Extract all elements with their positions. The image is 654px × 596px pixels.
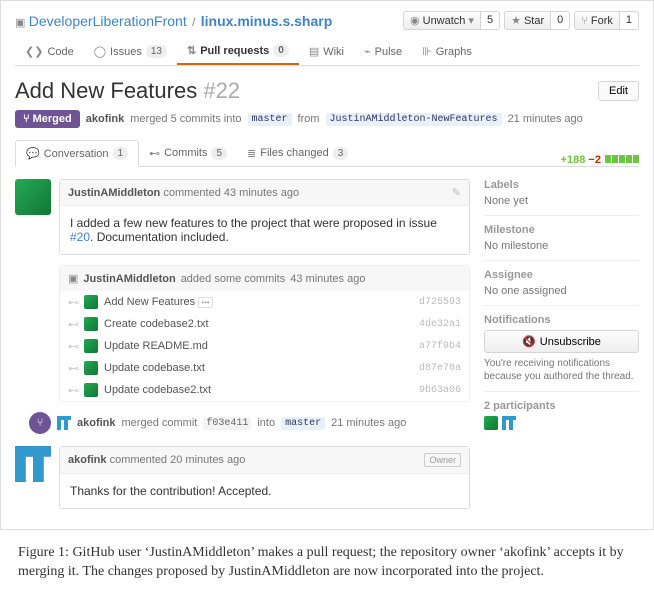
fork-button[interactable]: ⑂Fork [574,11,620,30]
unsubscribe-button[interactable]: 🔇Unsubscribe [484,330,639,353]
avatar[interactable] [84,361,98,375]
watch-count[interactable]: 5 [481,11,500,30]
participants-heading: 2 participants [484,400,639,412]
avatar[interactable] [84,339,98,353]
commit-message-link[interactable]: Update codebase2.txt [104,384,413,396]
commit-sha-link[interactable]: d87e70a [419,363,461,374]
tab-wiki[interactable]: ▤Wiki [299,38,354,65]
owner-badge: Owner [424,453,461,467]
timeline-dot-icon: ⊷ [68,362,78,375]
caret-down-icon: ▾ [468,14,474,27]
timeline-dot-icon: ⊷ [68,340,78,353]
commit-icon: ⊷ [149,147,160,160]
tab-pulse[interactable]: ⌁Pulse [354,38,412,65]
owner-link[interactable]: DeveloperLiberationFront [29,13,187,29]
star-icon: ★ [511,14,521,27]
pulse-icon: ⌁ [364,45,371,58]
mute-icon: 🔇 [522,335,536,348]
merge-event-icon: ⑂ [29,412,51,434]
issue-link[interactable]: #20 [70,230,90,244]
pencil-icon[interactable]: ✎ [452,186,461,199]
assignee-value: No one assigned [484,285,639,297]
labels-value: None yet [484,195,639,207]
timeline-dot-icon: ⊷ [68,384,78,397]
pr-status-line: ⑂Merged akofink merged 5 commits into ma… [15,110,639,128]
tab-code[interactable]: ❮❯Code [15,38,84,65]
breadcrumb: ▣ DeveloperLiberationFront / linux.minus… [15,13,332,29]
fork-count[interactable]: 1 [620,11,639,30]
comment-body: I added a few new features to the projec… [60,206,469,254]
merger-user-link[interactable]: akofink [86,113,125,125]
diffstat: +188 −2 [561,154,639,166]
labels-heading[interactable]: Labels [484,179,639,191]
star-button[interactable]: ★Star [504,11,551,30]
issues-icon: ◯ [94,45,106,58]
commit-row: ⊷ Update README.md a77f9b4 [60,335,469,357]
commit-row: ⊷ Create codebase2.txt 4de32a1 [60,313,469,335]
commit-sha-link[interactable]: a77f9b4 [419,341,461,352]
comment-author-link[interactable]: akofink [68,454,107,466]
subtab-files[interactable]: ≣Files changed3 [237,140,358,166]
repo-link[interactable]: linux.minus.s.sharp [201,13,332,29]
notifications-desc: You're receiving notifications because y… [484,357,639,383]
participant-avatar[interactable] [484,416,498,430]
file-diff-icon: ≣ [247,147,256,160]
commit-row: ⊷ Add New Features ••• d725593 [60,291,469,313]
commit-row: ⊷ Update codebase2.txt 9b63a06 [60,379,469,401]
merge-icon: ⑂ [23,113,30,125]
tab-graphs[interactable]: ⊪Graphs [412,38,482,65]
fork-icon: ⑂ [581,15,588,27]
avatar[interactable] [84,317,98,331]
edit-button[interactable]: Edit [598,81,639,101]
timeline-dot-icon: ⊷ [68,296,78,309]
eye-icon: ◉ [410,14,420,27]
pr-title: Add New Features #22 [15,78,240,104]
head-branch[interactable]: JustinAMiddleton-NewFeatures [326,113,502,126]
commit-sha-link[interactable]: 4de32a1 [419,319,461,330]
graph-icon: ⊪ [422,45,432,58]
commit-sha-link[interactable]: 9b63a06 [419,385,461,396]
commit-message-link[interactable]: Update README.md [104,340,413,352]
avatar[interactable] [15,446,51,482]
merged-badge: ⑂Merged [15,110,80,128]
avatar[interactable] [57,416,71,430]
unwatch-button[interactable]: ◉Unwatch▾ [403,11,481,30]
merge-branch[interactable]: master [281,417,325,430]
tab-issues[interactable]: ◯Issues13 [84,38,177,65]
merge-commit-sha[interactable]: f03e411 [203,417,251,430]
repo-push-icon: ▣ [68,272,78,285]
commit-message-link[interactable]: Create codebase2.txt [104,318,413,330]
avatar[interactable] [84,383,98,397]
book-icon: ▤ [309,45,319,58]
code-icon: ❮❯ [25,45,43,58]
participant-avatar[interactable] [502,416,516,430]
comment-body: Thanks for the contribution! Accepted. [60,474,469,508]
figure-caption: Figure 1: GitHub user ‘JustinAMiddleton’… [0,530,654,596]
avatar[interactable] [15,179,51,215]
commits-author-link[interactable]: JustinAMiddleton [83,273,175,285]
tab-pull-requests[interactable]: ⇅Pull requests0 [177,38,299,65]
repo-icon: ▣ [15,17,25,29]
commit-sha-link[interactable]: d725593 [419,297,461,308]
milestone-value: No milestone [484,240,639,252]
base-branch[interactable]: master [248,113,292,126]
subtab-conversation[interactable]: 💬Conversation1 [15,140,139,167]
pr-icon: ⇅ [187,44,196,57]
comment-icon: 💬 [26,147,40,160]
repo-nav: ❮❯Code ◯Issues13 ⇅Pull requests0 ▤Wiki ⌁… [15,38,639,66]
merge-user-link[interactable]: akofink [77,417,116,429]
milestone-heading[interactable]: Milestone [484,224,639,236]
commit-row: ⊷ Update codebase.txt d87e70a [60,357,469,379]
subtab-commits[interactable]: ⊷Commits5 [139,140,237,166]
commit-message-link[interactable]: Add New Features ••• [104,296,413,308]
ellipsis-icon[interactable]: ••• [198,297,212,308]
timeline-dot-icon: ⊷ [68,318,78,331]
comment-author-link[interactable]: JustinAMiddleton [68,187,160,199]
star-count[interactable]: 0 [551,11,570,30]
notifications-heading: Notifications [484,314,639,326]
assignee-heading[interactable]: Assignee [484,269,639,281]
commit-message-link[interactable]: Update codebase.txt [104,362,413,374]
avatar[interactable] [84,295,98,309]
